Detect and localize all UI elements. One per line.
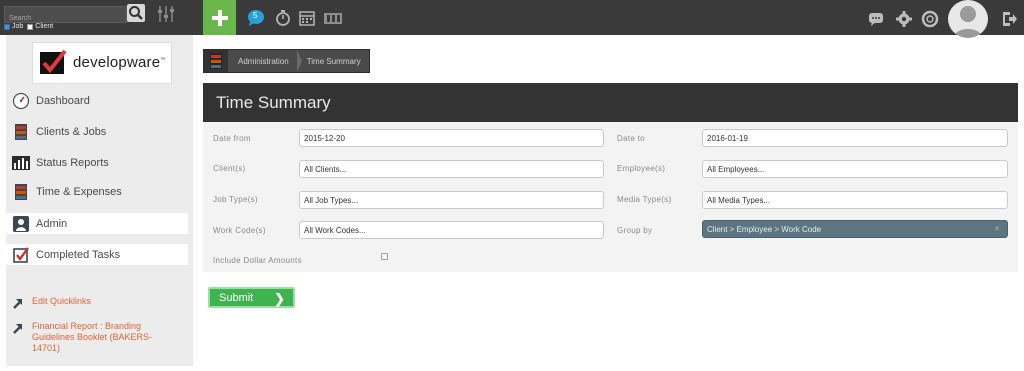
- chevron-right-icon: ❯: [274, 291, 285, 306]
- bar-chart-icon: [12, 154, 30, 172]
- nav-completed-tasks-label: Completed Tasks: [36, 248, 121, 261]
- job-types-label: Job Type(s): [213, 195, 258, 204]
- user-silhouette-icon: [954, 6, 982, 38]
- settings-button[interactable]: [895, 10, 913, 28]
- search-icon: [129, 6, 143, 20]
- clients-select[interactable]: All Clients...: [299, 160, 604, 178]
- arrow-up-right-icon: [13, 324, 22, 334]
- search-button[interactable]: [127, 4, 145, 22]
- nav-time-expenses[interactable]: Time & Expenses: [6, 181, 188, 202]
- logo-text: developware™: [73, 54, 166, 71]
- nav-dashboard-label: Dashboard: [36, 94, 90, 107]
- user-avatar[interactable]: [948, 0, 988, 38]
- include-dollar-checkbox[interactable]: [381, 253, 388, 260]
- clear-icon[interactable]: ✕: [994, 225, 1000, 233]
- group-by-select[interactable]: Client > Employee > Work Code ✕: [702, 220, 1008, 238]
- search-box: [4, 6, 127, 26]
- notifications-button[interactable]: 5: [247, 9, 265, 27]
- developware-logo-icon: [40, 49, 67, 74]
- clients-label: Client(s): [213, 164, 246, 173]
- breadcrumb-home-icon[interactable]: [204, 50, 228, 72]
- submit-label: Submit: [219, 291, 254, 304]
- group-by-value: Client > Employee > Work Code: [707, 224, 822, 234]
- search-scope: Job Client: [4, 23, 53, 30]
- film-icon: [324, 13, 342, 24]
- work-codes-label: Work Code(s): [213, 226, 266, 235]
- app-root: Job Client 5: [0, 0, 1024, 371]
- arrow-up-right-icon: [13, 299, 22, 309]
- timer-button[interactable]: [274, 9, 292, 27]
- sliders-icon: [158, 6, 174, 22]
- date-to-input[interactable]: 2016-01-19: [702, 129, 1008, 147]
- add-new-button[interactable]: [203, 0, 236, 35]
- breadcrumb: Administration Time Summary: [203, 49, 370, 73]
- breadcrumb-administration[interactable]: Administration: [228, 50, 302, 72]
- breadcrumb-time-summary: Time Summary: [306, 56, 361, 66]
- messages-button[interactable]: [867, 10, 885, 28]
- timesheet-button[interactable]: [323, 9, 342, 27]
- media-types-label: Media Type(s): [617, 195, 672, 204]
- plus-icon: [211, 9, 228, 26]
- dashboard-gauge-icon: [12, 92, 30, 110]
- nav-admin[interactable]: Admin: [6, 213, 188, 234]
- client-scope-checkbox[interactable]: [27, 23, 34, 30]
- job-types-select[interactable]: All Job Types...: [299, 191, 604, 209]
- logout-button[interactable]: [1000, 10, 1018, 28]
- include-dollar-label: Include Dollar Amounts: [213, 256, 302, 265]
- company-logo[interactable]: developware™: [32, 42, 172, 84]
- date-from-input[interactable]: 2015-12-20: [299, 129, 604, 147]
- quicklink-label: Financial Report : Branding Guidelines B…: [32, 321, 153, 353]
- checkbox-icon: [12, 246, 30, 264]
- filter-button[interactable]: [156, 4, 176, 24]
- time-expenses-icon: [12, 183, 30, 201]
- job-scope-checkbox[interactable]: [4, 23, 10, 30]
- sidebar: developware™ Dashboard Clients & Jobs St…: [6, 35, 193, 366]
- calendar-button[interactable]: [298, 9, 316, 27]
- nav-clients-jobs[interactable]: Clients & Jobs: [6, 121, 188, 142]
- quicklink-item[interactable]: Financial Report : Branding Guidelines B…: [12, 321, 182, 354]
- nav-clients-jobs-label: Clients & Jobs: [36, 125, 107, 138]
- clients-jobs-icon: [12, 123, 30, 141]
- nav-status-reports-label: Status Reports: [36, 156, 109, 169]
- media-types-select[interactable]: All Media Types...: [702, 191, 1008, 209]
- submit-button[interactable]: Submit ❯: [208, 287, 295, 308]
- nav-completed-tasks[interactable]: Completed Tasks: [6, 244, 188, 265]
- gear-icon: [896, 11, 912, 27]
- edit-quicklinks-label: Edit Quicklinks: [32, 296, 92, 306]
- logout-icon: [1003, 12, 1017, 26]
- admin-person-icon: [12, 215, 30, 233]
- nav-status-reports[interactable]: Status Reports: [6, 152, 188, 173]
- nav-time-expenses-label: Time & Expenses: [36, 185, 122, 198]
- page-title: Time Summary: [203, 83, 1018, 122]
- client-scope-label: Client: [35, 23, 54, 30]
- nav-admin-label: Admin: [36, 217, 68, 230]
- group-by-label: Group by: [617, 226, 653, 235]
- top-bar: Job Client 5: [0, 0, 1024, 38]
- employees-select[interactable]: All Employees...: [702, 160, 1008, 178]
- help-button[interactable]: [921, 10, 939, 28]
- lifebuoy-icon: [921, 10, 939, 28]
- notification-count: 5: [253, 11, 258, 20]
- stopwatch-icon: [276, 10, 290, 26]
- edit-quicklinks-link[interactable]: Edit Quicklinks: [12, 296, 91, 309]
- date-from-label: Date from: [213, 134, 251, 143]
- employees-label: Employee(s): [617, 164, 666, 173]
- speech-bubble-icon: [869, 13, 883, 26]
- filter-form: Date from 2015-12-20 Date to 2016-01-19 …: [203, 122, 1018, 272]
- work-codes-select[interactable]: All Work Codes...: [299, 221, 604, 239]
- date-to-label: Date to: [617, 134, 645, 143]
- nav-dashboard[interactable]: Dashboard: [6, 90, 188, 111]
- calendar-icon: [299, 11, 315, 26]
- job-scope-label: Job: [12, 23, 24, 30]
